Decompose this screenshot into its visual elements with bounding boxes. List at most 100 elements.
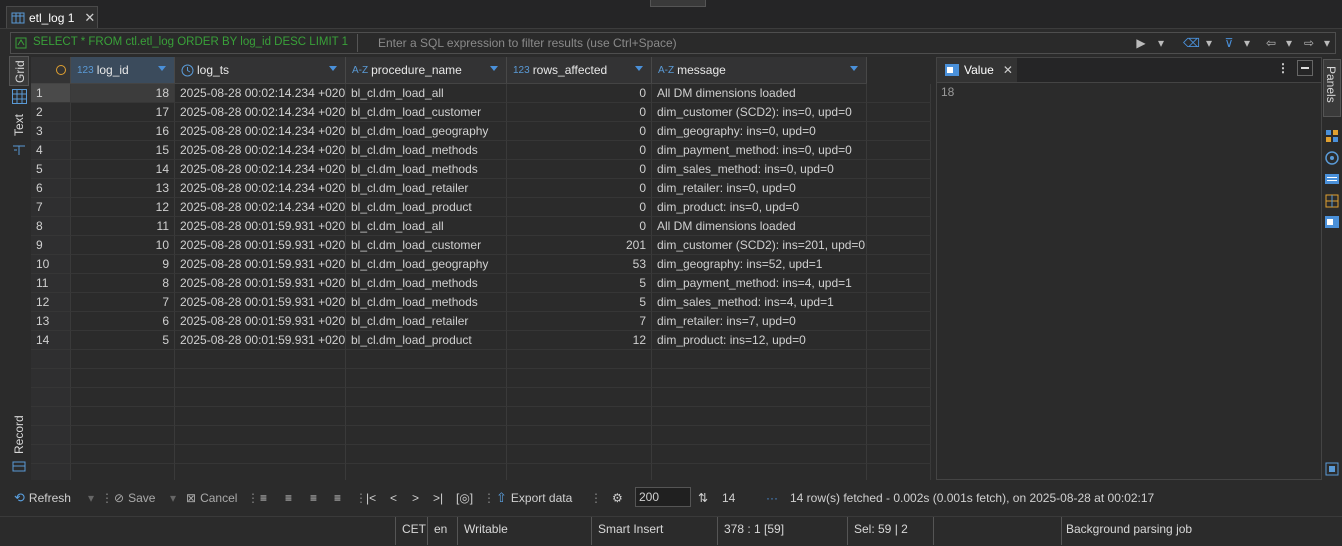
record-icon[interactable] (12, 460, 26, 472)
row-number[interactable]: 2 (31, 103, 71, 122)
export-data-button[interactable]: ⇧ Export data (496, 484, 572, 512)
cell-log-ts[interactable]: 2025-08-28 00:01:59.931 +0200 (175, 255, 346, 274)
cell-log-id[interactable]: 14 (71, 160, 175, 179)
row-number[interactable]: 1 (31, 84, 71, 103)
calc-icon[interactable] (1325, 194, 1339, 208)
row-number[interactable]: 9 (31, 236, 71, 255)
table-row[interactable]: 3 16 2025-08-28 00:02:14.234 +0200 bl_cl.dm… (31, 122, 931, 141)
row-number[interactable]: 6 (31, 179, 71, 198)
previous-page-icon[interactable]: < (390, 484, 397, 512)
row-number[interactable]: 10 (31, 255, 71, 274)
cancel-button[interactable]: ⊠ Cancel (186, 484, 237, 512)
cell-log-ts[interactable]: 2025-08-28 00:01:59.931 +0200 (175, 331, 346, 350)
row-count-icon[interactable]: ⇅ (698, 484, 708, 512)
sql-query-text[interactable]: SELECT * FROM ctl.etl_log ORDER BY log_i… (33, 36, 351, 48)
forward-icon[interactable]: ⇨ (1301, 35, 1317, 51)
cell-rows-affected[interactable]: 0 (507, 217, 652, 236)
cell-log-ts[interactable]: 2025-08-28 00:02:14.234 +0200 (175, 84, 346, 103)
cell-procedure-name[interactable]: bl_cl.dm_load_all (346, 84, 507, 103)
cell-procedure-name[interactable]: bl_cl.dm_load_product (346, 331, 507, 350)
grid-icon[interactable] (12, 89, 27, 104)
cell-procedure-name[interactable]: bl_cl.dm_load_geography (346, 255, 507, 274)
copy-row-icon[interactable]: ≡ (310, 484, 317, 512)
more-icon[interactable]: ··· (766, 484, 778, 512)
chevron-down-icon[interactable]: ▾ (1281, 35, 1297, 51)
delete-row-icon[interactable]: ≡ (334, 484, 341, 512)
cell-value-display[interactable]: 18 (941, 85, 954, 99)
cell-message[interactable]: dim_sales_method: ins=0, upd=0 (652, 160, 867, 179)
cell-rows-affected[interactable]: 5 (507, 274, 652, 293)
table-row[interactable]: 13 6 2025-08-28 00:01:59.931 +0200 bl_cl.dm… (31, 312, 931, 331)
column-header-log-ts[interactable]: log_ts (175, 57, 346, 83)
references-icon[interactable] (1325, 151, 1339, 165)
select-all-icon[interactable] (56, 65, 66, 75)
cell-message[interactable]: All DM dimensions loaded (652, 84, 867, 103)
cell-rows-affected[interactable]: 12 (507, 331, 652, 350)
cell-log-ts[interactable]: 2025-08-28 00:02:14.234 +0200 (175, 103, 346, 122)
cell-procedure-name[interactable]: bl_cl.dm_load_methods (346, 293, 507, 312)
column-header-message[interactable]: A-Z message (652, 57, 867, 83)
funnel-icon[interactable]: ⊽ (1221, 35, 1237, 51)
cell-procedure-name[interactable]: bl_cl.dm_load_methods (346, 141, 507, 160)
text-view-tab[interactable]: Text (9, 112, 29, 140)
cell-rows-affected[interactable]: 0 (507, 179, 652, 198)
cell-message[interactable]: dim_payment_method: ins=4, upd=1 (652, 274, 867, 293)
chevron-down-icon[interactable] (158, 66, 166, 71)
refresh-button[interactable]: ⟲ Refresh (14, 484, 71, 512)
cell-procedure-name[interactable]: bl_cl.dm_load_customer (346, 236, 507, 255)
table-row[interactable]: 9 10 2025-08-28 00:01:59.931 +0200 bl_cl.dm… (31, 236, 931, 255)
next-page-icon[interactable]: > (412, 484, 419, 512)
cell-log-id[interactable]: 7 (71, 293, 175, 312)
cell-log-ts[interactable]: 2025-08-28 00:02:14.234 +0200 (175, 179, 346, 198)
metadata-icon[interactable] (1325, 129, 1339, 143)
table-row[interactable]: 6 13 2025-08-28 00:02:14.234 +0200 bl_cl.dm… (31, 179, 931, 198)
gear-icon[interactable]: ⚙ (612, 484, 623, 512)
last-page-icon[interactable]: >| (433, 484, 443, 512)
locale-indicator[interactable]: en (427, 517, 457, 545)
table-row[interactable]: 8 11 2025-08-28 00:01:59.931 +0200 bl_cl.dm… (31, 217, 931, 236)
aggregate-icon[interactable] (1325, 172, 1339, 186)
cell-procedure-name[interactable]: bl_cl.dm_load_methods (346, 160, 507, 179)
fetch-all-icon[interactable]: [◎] (456, 484, 473, 512)
cell-procedure-name[interactable]: bl_cl.dm_load_all (346, 217, 507, 236)
cell-log-id[interactable]: 17 (71, 103, 175, 122)
chevron-down-icon[interactable] (490, 66, 498, 71)
filter-input[interactable] (357, 34, 1137, 52)
text-view-icon[interactable] (12, 144, 26, 156)
cell-log-id[interactable]: 6 (71, 312, 175, 331)
cell-message[interactable]: All DM dimensions loaded (652, 217, 867, 236)
chevron-down-icon[interactable] (329, 66, 337, 71)
cell-message[interactable]: dim_customer (SCD2): ins=201, upd=0 (652, 236, 867, 255)
cell-rows-affected[interactable]: 0 (507, 122, 652, 141)
cell-log-id[interactable]: 9 (71, 255, 175, 274)
cell-log-ts[interactable]: 2025-08-28 00:01:59.931 +0200 (175, 293, 346, 312)
cell-procedure-name[interactable]: bl_cl.dm_load_retailer (346, 312, 507, 331)
back-icon[interactable]: ⇦ (1263, 35, 1279, 51)
cell-log-id[interactable]: 13 (71, 179, 175, 198)
cell-log-ts[interactable]: 2025-08-28 00:02:14.234 +0200 (175, 198, 346, 217)
panel-drag-handle[interactable] (650, 0, 706, 7)
sql-editor-icon[interactable] (15, 37, 27, 49)
table-row[interactable]: 4 15 2025-08-28 00:02:14.234 +0200 bl_cl.dm… (31, 141, 931, 160)
cell-message[interactable]: dim_product: ins=0, upd=0 (652, 198, 867, 217)
row-number[interactable]: 5 (31, 160, 71, 179)
table-row[interactable]: 2 17 2025-08-28 00:02:14.234 +0200 bl_cl.dm… (31, 103, 931, 122)
row-number[interactable]: 12 (31, 293, 71, 312)
apply-filter-icon[interactable]: ▶ (1133, 35, 1149, 51)
close-icon[interactable]: ✕ (84, 10, 95, 26)
cell-log-ts[interactable]: 2025-08-28 00:02:14.234 +0200 (175, 160, 346, 179)
fetch-size-input[interactable] (635, 487, 691, 507)
grid-view-tab[interactable]: Grid (9, 56, 29, 86)
row-number[interactable]: 4 (31, 141, 71, 160)
cell-message[interactable]: dim_customer (SCD2): ins=0, upd=0 (652, 103, 867, 122)
cell-log-id[interactable]: 18 (71, 84, 175, 103)
row-number-header[interactable] (31, 57, 71, 83)
cell-log-ts[interactable]: 2025-08-28 00:01:59.931 +0200 (175, 236, 346, 255)
eraser-icon[interactable]: ⌫ (1183, 35, 1200, 51)
table-row[interactable]: 1 18 2025-08-28 00:02:14.234 +0200 bl_cl.dm… (31, 84, 931, 103)
cell-message[interactable]: dim_retailer: ins=7, upd=0 (652, 312, 867, 331)
tab-etl-log[interactable]: etl_log 1 ✕ (6, 6, 98, 28)
table-row[interactable]: 10 9 2025-08-28 00:01:59.931 +0200 bl_cl.dm… (31, 255, 931, 274)
table-row[interactable]: 12 7 2025-08-28 00:01:59.931 +0200 bl_cl.dm… (31, 293, 931, 312)
row-number[interactable]: 11 (31, 274, 71, 293)
